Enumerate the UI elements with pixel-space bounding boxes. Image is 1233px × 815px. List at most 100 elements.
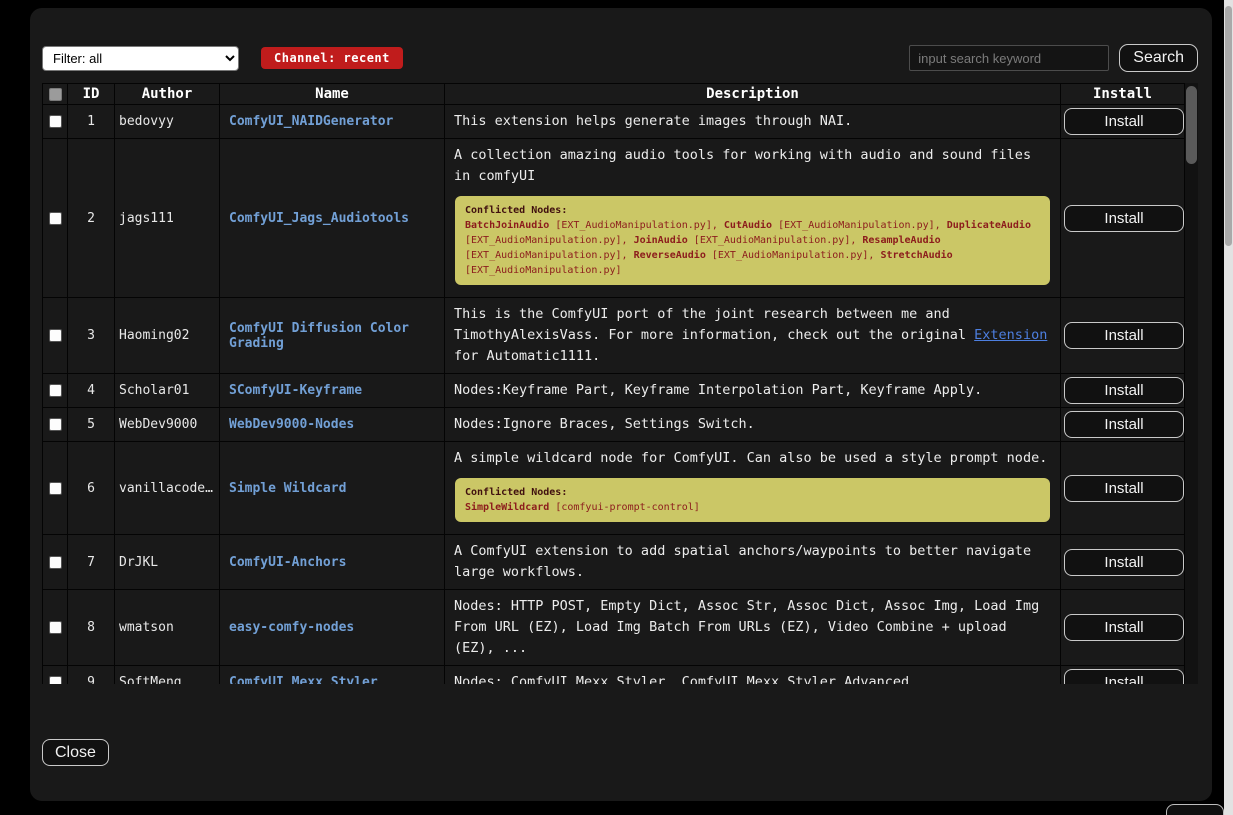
install-button[interactable]: Install (1064, 322, 1184, 349)
install-button[interactable]: Install (1064, 475, 1184, 502)
row-install-cell: Install (1061, 590, 1185, 666)
row-description-cell: This is the ComfyUI port of the joint re… (445, 298, 1061, 374)
row-id: 7 (68, 535, 115, 590)
row-id: 9 (68, 666, 115, 685)
row-checkbox[interactable] (49, 556, 62, 569)
conflicted-nodes-title: Conflicted Nodes: (465, 203, 1040, 218)
extension-name-link[interactable]: ComfyUI_NAIDGenerator (229, 114, 393, 129)
table-header: ID Author Name Description Install (43, 84, 1185, 105)
description-text: A collection amazing audio tools for wor… (454, 145, 1051, 187)
header-id: ID (68, 84, 115, 105)
header-description: Description (445, 84, 1061, 105)
description-text: Nodes: ComfyUI Mexx Styler, ComfyUI Mexx… (454, 672, 1051, 684)
header-name: Name (220, 84, 445, 105)
extension-name-link[interactable]: easy-comfy-nodes (229, 620, 354, 635)
conflicted-nodes-box: Conflicted Nodes: BatchJoinAudio [EXT_Aud… (455, 196, 1050, 285)
row-checkbox[interactable] (49, 676, 62, 684)
install-button[interactable]: Install (1064, 411, 1184, 438)
conflict-node-ext: [comfyui-prompt-control] (549, 502, 700, 513)
row-description-cell: Nodes: ComfyUI Mexx Styler, ComfyUI Mexx… (445, 666, 1061, 685)
toolbar: Filter: all Channel: recent Search (42, 44, 1198, 72)
header-author: Author (115, 84, 220, 105)
page-scrollbar (1224, 0, 1233, 815)
row-author: vanillacode… (115, 442, 220, 535)
extension-name-link[interactable]: WebDev9000-Nodes (229, 417, 354, 432)
extension-name-link[interactable]: ComfyUI_Mexx_Styler (229, 675, 378, 684)
table-scrollbar-thumb[interactable] (1186, 86, 1197, 164)
select-all-checkbox[interactable] (49, 88, 62, 101)
select-all-cell (43, 84, 68, 105)
page-scrollbar-thumb[interactable] (1225, 6, 1232, 246)
row-select-cell (43, 442, 68, 535)
search-input[interactable] (909, 45, 1109, 71)
table-row: 3Haoming02ComfyUI Diffusion Color Gradin… (43, 298, 1185, 374)
row-checkbox[interactable] (49, 115, 62, 128)
row-checkbox[interactable] (49, 384, 62, 397)
extension-name-link[interactable]: ComfyUI Diffusion Color Grading (229, 321, 409, 351)
row-checkbox[interactable] (49, 329, 62, 342)
conflict-node-name: ReverseAudio (634, 250, 706, 261)
extensions-table: ID Author Name Description Install 1bedo… (42, 83, 1185, 684)
description-link[interactable]: Extension (974, 327, 1047, 343)
conflict-node-name: DuplicateAudio (947, 220, 1031, 231)
conflict-node-name: CutAudio (724, 220, 772, 231)
row-author: SoftMeng (115, 666, 220, 685)
conflict-node-ext: [EXT_AudioManipulation.py] (549, 220, 712, 231)
table-row: 2jags111ComfyUI_Jags_AudiotoolsA collect… (43, 139, 1185, 298)
install-button[interactable]: Install (1064, 669, 1184, 684)
install-button[interactable]: Install (1064, 108, 1184, 135)
extension-name-link[interactable]: ComfyUI-Anchors (229, 555, 346, 570)
row-select-cell (43, 535, 68, 590)
extension-name-link[interactable]: SComfyUI-Keyframe (229, 383, 362, 398)
filter-select[interactable]: Filter: all (42, 46, 239, 71)
description-text: Nodes: HTTP POST, Empty Dict, Assoc Str,… (454, 596, 1051, 659)
row-author: wmatson (115, 590, 220, 666)
row-select-cell (43, 139, 68, 298)
install-button[interactable]: Install (1064, 549, 1184, 576)
row-install-cell: Install (1061, 442, 1185, 535)
row-name-cell: ComfyUI-Anchors (220, 535, 445, 590)
install-button[interactable]: Install (1064, 205, 1184, 232)
header-install: Install (1061, 84, 1185, 105)
search-button[interactable]: Search (1119, 44, 1198, 72)
table-row: 5WebDev9000WebDev9000-NodesNodes:Ignore … (43, 408, 1185, 442)
row-author: bedovyy (115, 105, 220, 139)
conflict-node-ext: [EXT_AudioManipulation.py] (706, 250, 869, 261)
extension-name-link[interactable]: ComfyUI_Jags_Audiotools (229, 211, 409, 226)
row-checkbox[interactable] (49, 212, 62, 225)
install-button[interactable]: Install (1064, 614, 1184, 641)
table-body: 1bedovyyComfyUI_NAIDGeneratorThis extens… (43, 105, 1185, 685)
table-row: 4Scholar01SComfyUI-KeyframeNodes:Keyfram… (43, 374, 1185, 408)
channel-badge: Channel: recent (261, 47, 403, 69)
conflict-node-name: SimpleWildcard (465, 502, 549, 513)
conflict-node-name: BatchJoinAudio (465, 220, 549, 231)
row-select-cell (43, 408, 68, 442)
row-name-cell: ComfyUI Diffusion Color Grading (220, 298, 445, 374)
row-checkbox[interactable] (49, 621, 62, 634)
conflict-node-ext: [EXT_AudioManipulation.py] (688, 235, 851, 246)
row-id: 1 (68, 105, 115, 139)
conflict-node-name: JoinAudio (634, 235, 688, 246)
conflict-node-name: ResampleAudio (862, 235, 940, 246)
conflicted-nodes-title: Conflicted Nodes: (465, 485, 1040, 500)
row-select-cell (43, 666, 68, 685)
row-select-cell (43, 298, 68, 374)
row-author: jags111 (115, 139, 220, 298)
conflict-node-ext: [EXT_AudioManipulation.py] (465, 265, 622, 276)
description-text: This is the ComfyUI port of the joint re… (454, 304, 1051, 367)
row-checkbox[interactable] (49, 482, 62, 495)
extension-name-link[interactable]: Simple Wildcard (229, 481, 346, 496)
row-name-cell: Simple Wildcard (220, 442, 445, 535)
row-install-cell: Install (1061, 408, 1185, 442)
row-install-cell: Install (1061, 666, 1185, 685)
row-checkbox[interactable] (49, 418, 62, 431)
conflict-node-name: StretchAudio (880, 250, 952, 261)
close-button[interactable]: Close (42, 739, 109, 766)
install-button[interactable]: Install (1064, 377, 1184, 404)
row-name-cell: ComfyUI_NAIDGenerator (220, 105, 445, 139)
row-select-cell (43, 105, 68, 139)
row-description-cell: A simple wildcard node for ComfyUI. Can … (445, 442, 1061, 535)
row-description-cell: A collection amazing audio tools for wor… (445, 139, 1061, 298)
row-name-cell: ComfyUI_Mexx_Styler (220, 666, 445, 685)
row-install-cell: Install (1061, 535, 1185, 590)
